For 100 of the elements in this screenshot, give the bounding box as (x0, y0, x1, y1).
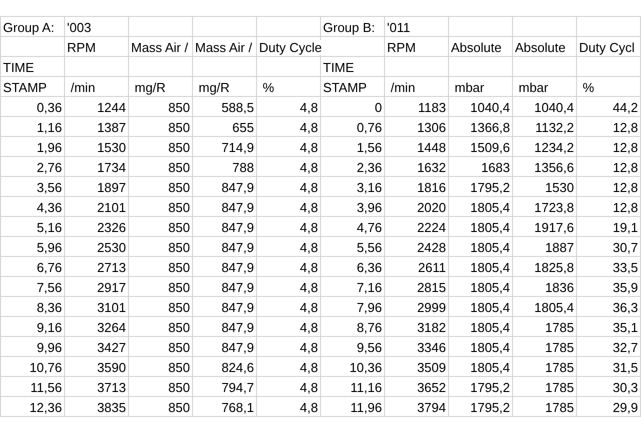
table-cell: 3835 (97, 400, 126, 414)
table-cell: 2,36 (356, 160, 382, 174)
table-cell: 29,9 (612, 400, 638, 414)
table-cell: 850 (168, 400, 190, 414)
table-cell: 9,96 (36, 340, 62, 354)
table-cell: 11,96 (350, 400, 382, 414)
table-cell: 3427 (97, 340, 126, 354)
table-cell: 0,36 (36, 100, 62, 114)
table-cell: 588,5 (221, 100, 254, 114)
table-cell: 30,3 (612, 380, 638, 394)
table-cell: 12,8 (612, 200, 638, 214)
table-cell: 3652 (417, 380, 446, 394)
table-cell: 1805,4 (470, 360, 510, 374)
table-cell: Mass Air / (195, 40, 252, 54)
table-cell: 4,8 (300, 340, 318, 354)
table-cell: 36,3 (612, 300, 638, 314)
table-cell: Group A: (3, 20, 54, 34)
table-cell: 3509 (417, 360, 446, 374)
table-cell: 12,8 (612, 120, 638, 134)
table-cell: 7,56 (36, 280, 62, 294)
table-cell: 850 (168, 360, 190, 374)
table-cell: 4,8 (300, 320, 318, 334)
table-cell: 19,1 (612, 220, 638, 234)
table-cell: 4,8 (300, 100, 318, 114)
table-cell: 1734 (97, 160, 126, 174)
table-cell: 4,8 (300, 400, 318, 414)
table-cell: 1683 (481, 160, 510, 174)
table-cell: Group B: (323, 20, 376, 34)
table-cell: 1805,4 (470, 200, 510, 214)
table-cell: 655 (232, 120, 254, 134)
table-cell: 4,8 (300, 260, 318, 274)
table-cell: 35,9 (612, 280, 638, 294)
table-cell: 1836 (545, 280, 574, 294)
table-cell: 847,9 (221, 320, 254, 334)
table-cell: 35,1 (612, 320, 638, 334)
table-cell: 4,8 (300, 380, 318, 394)
table-cell: 1785 (545, 380, 574, 394)
table-cell: 2713 (97, 260, 126, 274)
table-cell: 2530 (97, 240, 126, 254)
table-cell: 1530 (545, 180, 574, 194)
table-cell: 1805,4 (470, 240, 510, 254)
table-cell: 4,8 (300, 280, 318, 294)
table-cell: 4,8 (300, 300, 318, 314)
table-cell: 11,16 (350, 380, 382, 394)
table-cell: 850 (168, 280, 190, 294)
table-cell: 9,56 (356, 340, 382, 354)
table-cell: 3794 (417, 400, 446, 414)
table-cell: 847,9 (221, 340, 254, 354)
table-cell: 8,36 (36, 300, 62, 314)
table-cell: 2224 (417, 220, 446, 234)
table-cell: Mass Air / (131, 40, 188, 54)
table-cell: 1723,8 (534, 200, 574, 214)
table-cell: 1785 (545, 320, 574, 334)
table-cell: 850 (168, 120, 190, 134)
table-cell: 6,36 (356, 260, 382, 274)
table-cell: 44,2 (612, 100, 638, 114)
table-cell: 1887 (545, 240, 574, 254)
table-cell: 1795,2 (470, 180, 510, 194)
table-cell: 1356,6 (534, 160, 574, 174)
table-cell: 1785 (545, 400, 574, 414)
table-cell: 30,7 (612, 240, 638, 254)
table-cell: 1,16 (36, 120, 62, 134)
table-cell: '011 (387, 20, 410, 34)
table-cell: 1234,2 (534, 140, 574, 154)
table-cell: 850 (168, 240, 190, 254)
table-cell: 2326 (97, 220, 126, 234)
table-cell: 12,8 (612, 140, 638, 154)
table-cell: 847,9 (221, 180, 254, 194)
table-cell: 11,56 (30, 380, 62, 394)
table-cell: 3346 (417, 340, 446, 354)
table-cell: 12,8 (612, 160, 638, 174)
table-cell: 847,9 (221, 220, 254, 234)
table-cell: 3182 (417, 320, 446, 334)
table-cell: Duty Cycl (579, 40, 635, 54)
table-cell: 1183 (418, 100, 446, 114)
table-cell: 12,8 (612, 180, 638, 194)
table-cell: 3713 (97, 380, 126, 394)
table-cell: 4,8 (300, 160, 318, 174)
table-cell: 5,16 (36, 220, 62, 234)
table-cell: 847,9 (221, 260, 254, 274)
table-cell: 4,76 (356, 220, 382, 234)
table-cell: 3,16 (356, 180, 382, 194)
table-cell: 824,6 (221, 360, 254, 374)
table-cell: 10,76 (29, 360, 62, 374)
table-cell: 1448 (417, 140, 446, 154)
table-cell: 714,9 (221, 140, 254, 154)
table-cell: 2101 (97, 200, 126, 214)
table-cell: 1897 (97, 180, 126, 194)
table-cell: 0 (374, 100, 382, 114)
table-cell: 1040,4 (534, 100, 574, 114)
table-cell: 1795,2 (470, 400, 510, 414)
table-cell: 1632 (417, 160, 446, 174)
table-cell: 850 (168, 160, 190, 174)
table-cell: 1805,4 (470, 260, 510, 274)
table-cell: STAMP (3, 80, 47, 94)
table-cell: 4,8 (300, 240, 318, 254)
table-cell: 1785 (545, 360, 574, 374)
table-cell: 9,16 (36, 320, 62, 334)
table-cell: 1509,6 (470, 140, 510, 154)
table-cell: 7,96 (356, 300, 382, 314)
